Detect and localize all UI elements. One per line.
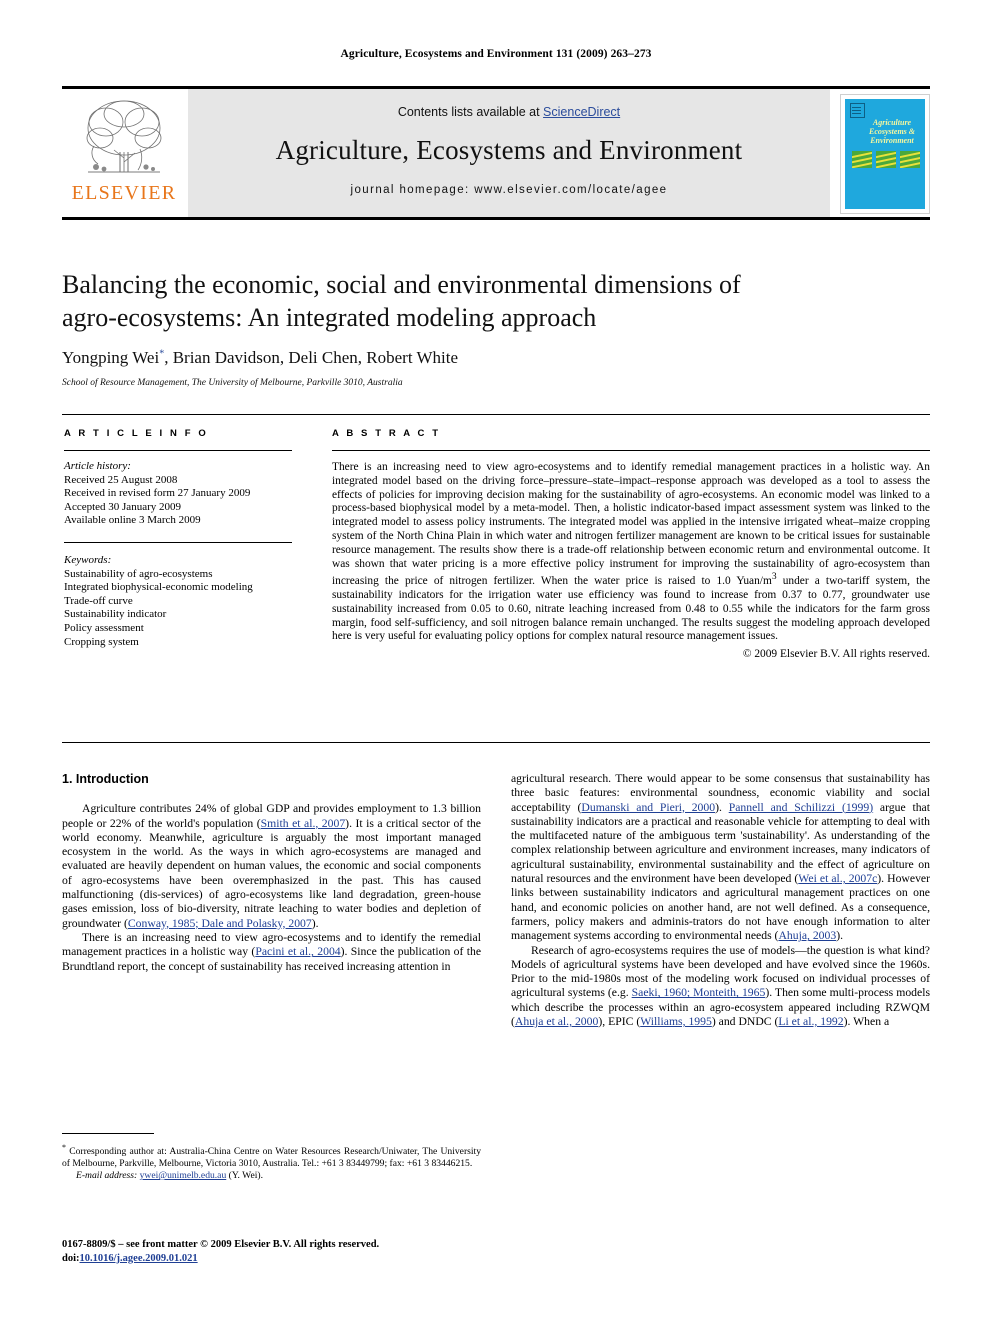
keyword-item: Cropping system [64,635,139,648]
citation-link[interactable]: Saeki, 1960; Monteith, 1965 [632,986,766,999]
abstract-copyright: © 2009 Elsevier B.V. All rights reserved… [742,648,930,661]
info-section-top-rule [62,414,930,415]
author-first: Yongping Wei [62,348,160,367]
author-rest: , Brian Davidson, Deli Chen, Robert Whit… [164,348,459,367]
paragraph: Agriculture contributes 24% of global GD… [62,802,481,931]
citation-link[interactable]: Pannell and Schilizzi (1999) [729,801,873,814]
keyword-item: Integrated biophysical-economic modeling [64,581,253,594]
keyword-item: Trade-off curve [64,594,133,607]
citation-link[interactable]: Conway, 1985; Dale and Polasky, 2007 [128,917,312,930]
journal-title: Agriculture, Ecosystems and Environment [275,135,743,165]
article-title: Balancing the economic, social and envir… [62,270,741,332]
footnote-rule [62,1133,154,1134]
sciencedirect-link[interactable]: ScienceDirect [543,105,620,119]
text-run: ). [311,916,319,930]
section-heading-introduction: 1. Introduction [62,772,149,786]
keywords-block: Keywords: Sustainability of agro-ecosyst… [64,554,292,649]
journal-homepage-line: journal homepage: www.elsevier.com/locat… [350,184,668,196]
paragraph: There is an increasing need to view agro… [62,931,481,974]
article-history-label: Article history: [64,460,131,472]
abstract-column: A B S T R A C T There is an increasing n… [332,428,930,660]
abstract-text: There is an increasing need to view agro… [332,461,930,644]
text-run: ) and DNDC ( [711,1015,779,1029]
citation-link[interactable]: Pacini et al., 2004 [255,945,340,958]
running-head: Agriculture, Ecosystems and Environment … [340,48,652,60]
citation-link[interactable]: Ahuja et al., 2000 [515,1015,598,1028]
text-run: ). [715,800,729,814]
cover-field-tile [900,151,920,168]
keyword-item: Sustainability indicator [64,608,167,621]
email-link[interactable]: ywei@unimelb.edu.au [140,1170,227,1181]
issn-line: 0167-8809/$ – see front matter © 2009 El… [62,1239,380,1250]
keywords-label: Keywords: [64,553,112,566]
paragraph: agricultural research. There would appea… [511,772,930,944]
email-suffix: (Y. Wei). [228,1170,263,1182]
citation-link[interactable]: Wei et al., 2007c [798,872,877,885]
footnote-block: * Corresponding author at: Australia-Chi… [62,1142,481,1182]
imprint-block: 0167-8809/$ – see front matter © 2009 El… [62,1238,492,1266]
abstract-rule [332,450,930,451]
citation-link[interactable]: Smith et al., 2007 [261,817,346,830]
article-history-block: Article history: Received 25 August 2008… [64,460,292,528]
text-run: ). It is a critical sector of the world … [62,816,481,930]
body-column-left: 1. Introduction Agriculture contributes … [62,772,481,974]
paper-page: Agriculture, Ecosystems and Environment … [0,0,992,1323]
doi-link[interactable]: 10.1016/j.agee.2009.01.021 [80,1253,198,1264]
cover-artwork: Agriculture Ecosystems & Environment [845,99,925,209]
elsevier-wordmark: ELSEVIER [71,182,177,204]
email-line: E-mail address: ywei@unimelb.edu.au (Y. … [62,1170,481,1182]
corresponding-author-note: Corresponding author at: Australia-China… [62,1146,482,1170]
masthead-bottom-rule [62,217,930,220]
doi-line: doi:10.1016/j.agee.2009.01.021 [62,1252,492,1266]
paragraph: Research of agro-ecosystems requires the… [511,944,930,1030]
history-item: Accepted 30 January 2009 [64,500,181,513]
history-item: Received in revised form 27 January 2009 [64,487,251,500]
cover-publisher-logo-icon [850,103,865,118]
text-run: ). When a [843,1015,890,1029]
abstract-heading: A B S T R A C T [332,428,441,439]
citation-link[interactable]: Ahuja, 2003 [778,929,836,942]
footnote-marker: * [62,1143,66,1152]
doi-label: doi: [62,1253,80,1264]
keyword-item: Policy assessment [64,621,144,634]
article-info-heading: A R T I C L E I N F O [64,428,209,439]
cover-field-tile [876,151,896,168]
cover-journal-title: Agriculture Ecosystems & Environment [869,118,915,145]
body-column-right: agricultural research. There would appea… [511,772,930,1029]
author-list: Yongping Wei*, Brian Davidson, Deli Chen… [62,348,842,368]
elsevier-tree-icon [86,100,162,173]
citation-link[interactable]: Li et al., 1992 [778,1015,843,1028]
elsevier-logo: ELSEVIER [68,94,180,214]
contents-prefix: Contents lists available at [397,105,544,119]
contents-available-line: Contents lists available at ScienceDirec… [188,105,830,119]
text-run: ). [836,929,844,943]
author-affiliation: School of Resource Management, The Unive… [62,378,403,388]
article-info-column: A R T I C L E I N F O Article history: R… [64,428,292,649]
abstract-bottom-rule [62,742,930,743]
journal-cover-thumbnail: Agriculture Ecosystems & Environment [840,94,930,214]
history-item: Available online 3 March 2009 [64,514,201,527]
cover-field-illustration [852,151,920,168]
article-info-rule [64,450,292,451]
text-run: ), EPIC ( [598,1015,641,1029]
citation-link[interactable]: Williams, 1995 [640,1015,712,1028]
citation-link[interactable]: Dumanski and Pieri, 2000 [581,801,715,814]
abstract-part-1: There is an increasing need to view agro… [332,461,930,588]
keyword-item: Sustainability of agro-ecosystems [64,567,213,580]
masthead-center-panel: Contents lists available at ScienceDirec… [188,89,830,217]
keywords-divider-rule [64,541,292,543]
cover-field-tile [852,151,872,168]
history-item: Received 25 August 2008 [64,473,178,486]
email-label: E-mail address: [76,1170,138,1182]
journal-masthead: ELSEVIER Contents lists available at Sci… [62,86,930,220]
